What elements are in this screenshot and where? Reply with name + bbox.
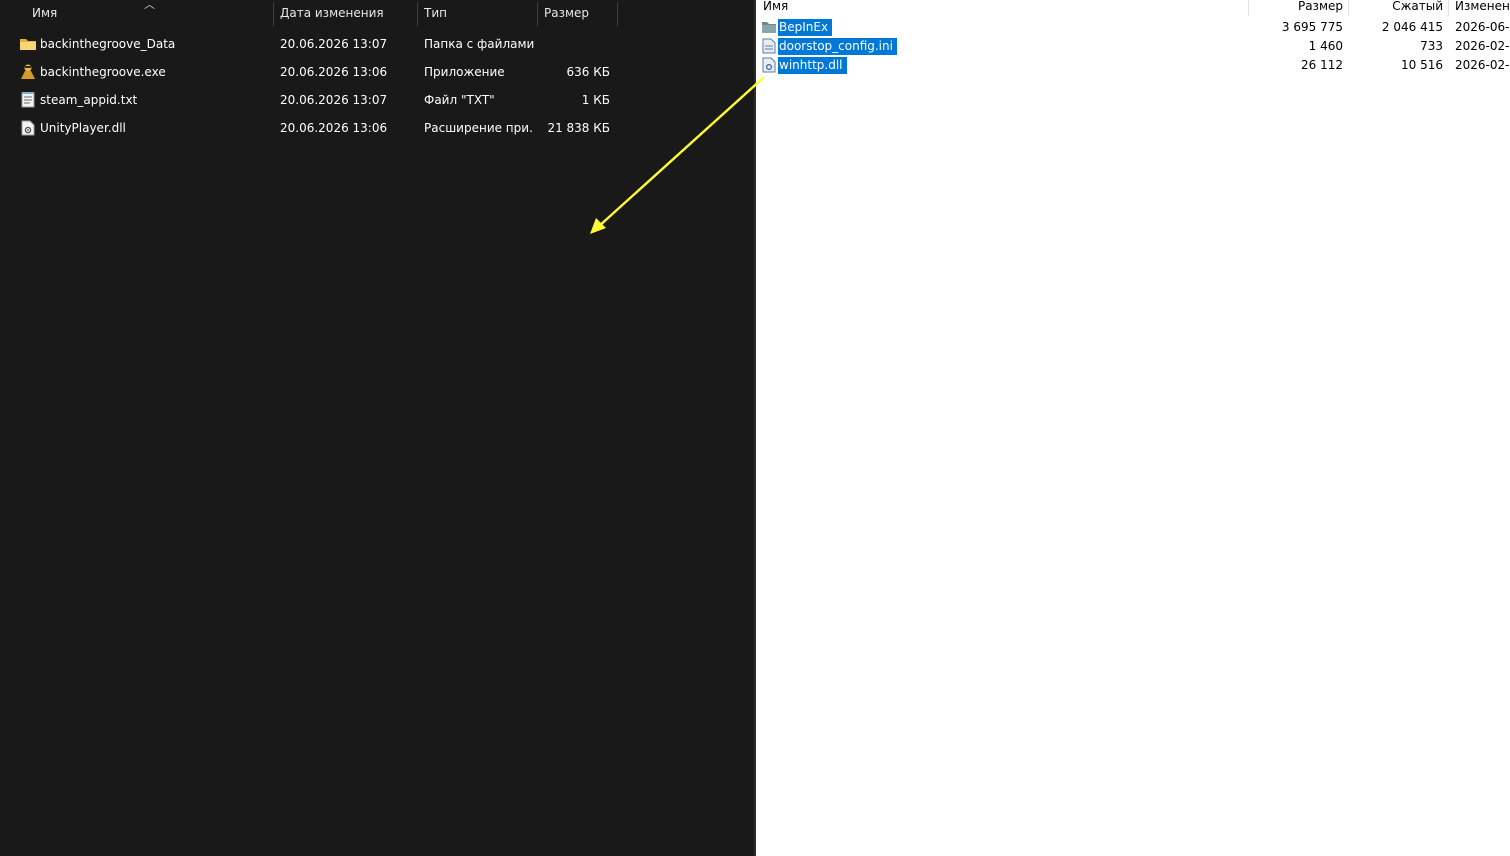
file-size: 636 КБ [566,65,610,79]
file-name: backinthegroove.exe [40,65,166,79]
file-type: Папка с файлами [424,37,534,51]
archive-item-size: 26 112 [1301,58,1343,72]
archive-item-packed: 2 046 415 [1381,20,1443,34]
archive-row[interactable]: winhttp.dll 26 112 10 516 2026-02-08 [756,56,1510,75]
column-divider[interactable] [1448,0,1449,16]
archive-item-packed: 733 [1420,39,1443,53]
file-name: steam_appid.txt [40,93,138,107]
file-type: Файл "TXT" [424,93,495,107]
column-header-name[interactable]: Имя [763,0,1063,14]
file-date: 20.06.2026 13:07 [280,93,388,107]
explorer-panel: ︿ Имя Дата изменения Тип Размер backinth… [0,0,754,856]
column-header-packed[interactable]: Сжатый [1350,0,1443,14]
archive-item-name: winhttp.dll [778,57,847,74]
column-header-size[interactable]: Размер [544,0,612,27]
file-type: Расширение при... [424,121,534,135]
file-name: UnityPlayer.dll [40,121,126,135]
archive-row[interactable]: doorstop_config.ini 1 460 733 2026-02-08 [756,37,1510,56]
file-date: 20.06.2026 13:07 [280,37,388,51]
file-date: 20.06.2026 13:06 [280,121,388,135]
archive-item-modified: 2026-02-08 [1455,58,1510,72]
file-size [544,31,610,57]
column-header-modified[interactable]: Изменен [1455,0,1510,14]
archive-item-name: BepInEx [778,19,833,36]
file-row[interactable]: UnityPlayer.dll 20.06.2026 13:06 Расшире… [0,115,618,141]
archive-row[interactable]: BepInEx 3 695 775 2 046 415 2026-06-20 [756,18,1510,37]
folder-icon [762,22,776,33]
archive-item-size: 3 695 775 [1281,20,1343,34]
archive-item-name: doorstop_config.ini [778,38,897,55]
archive-item-modified: 2026-06-20 [1455,20,1510,34]
file-size: 21 838 КБ [547,121,610,135]
column-header-type[interactable]: Тип [424,0,532,27]
column-divider[interactable] [273,2,274,26]
archive-item-size: 1 460 [1308,39,1343,53]
dll-file-icon [21,120,35,136]
archive-item-packed: 10 516 [1401,58,1443,72]
text-file-icon [21,92,35,108]
column-divider[interactable] [1348,0,1349,16]
column-header-name[interactable]: Имя [32,0,268,27]
column-divider[interactable] [617,2,618,26]
column-header-size[interactable]: Размер [1250,0,1343,14]
folder-icon [20,39,36,50]
column-divider[interactable] [1248,0,1249,16]
file-row[interactable]: steam_appid.txt 20.06.2026 13:07 Файл "T… [0,87,618,113]
file-date: 20.06.2026 13:06 [280,65,388,79]
archive-item-modified: 2026-02-08 [1455,39,1510,53]
column-divider[interactable] [417,2,418,26]
file-size: 1 КБ [581,93,610,107]
file-row[interactable]: backinthegroove.exe 20.06.2026 13:06 При… [0,59,618,85]
file-row[interactable]: backinthegroove_Data 20.06.2026 13:07 Па… [0,31,618,57]
archive-panel: Имя Размер Сжатый Изменен BepInEx 3 695 … [756,0,1510,856]
file-type: Приложение [424,65,505,79]
file-name: backinthegroove_Data [40,37,176,51]
dll-file-icon [762,57,776,73]
explorer-column-header: ︿ Имя Дата изменения Тип Размер [0,0,618,27]
column-header-date[interactable]: Дата изменения [280,0,412,27]
exe-icon [21,64,35,79]
column-divider[interactable] [537,2,538,26]
ini-file-icon [762,38,776,54]
